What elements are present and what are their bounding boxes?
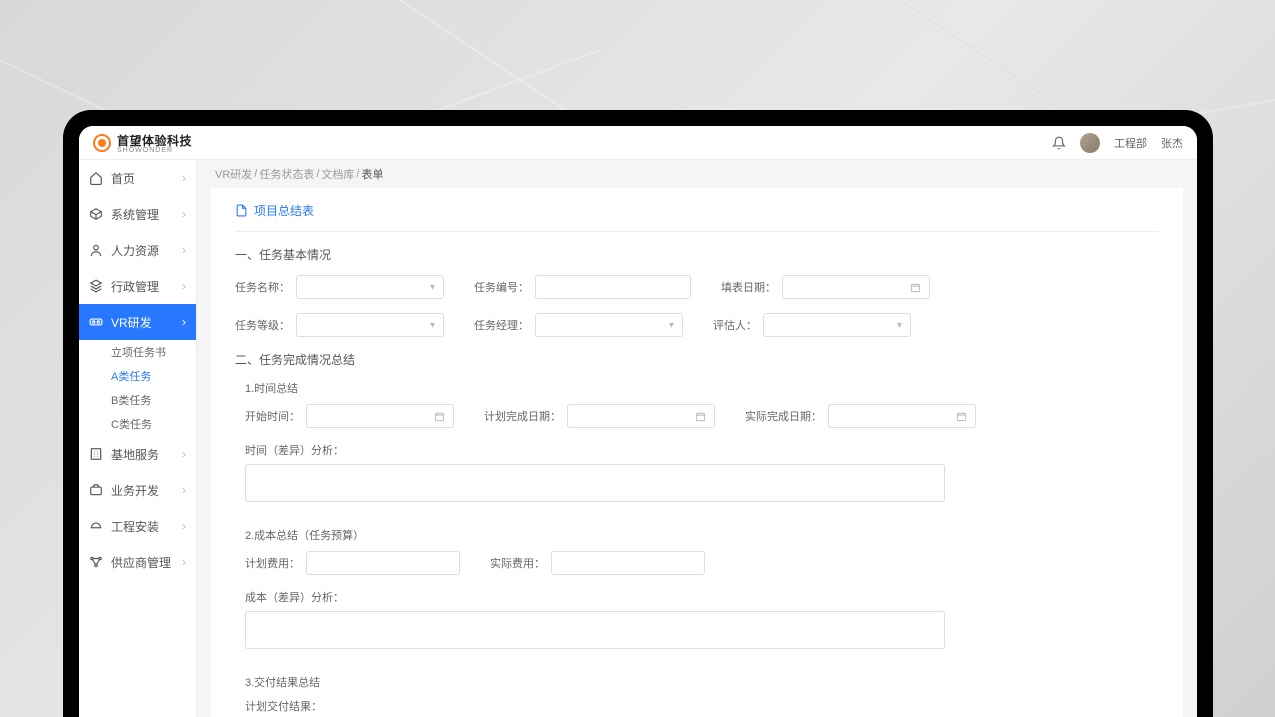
avatar[interactable] <box>1080 133 1100 153</box>
sub-cost: 2.成本总结（任务预算） <box>245 527 1159 543</box>
page-title: 项目总结表 <box>235 202 1159 232</box>
cube-icon <box>89 207 103 221</box>
label-cost-diff: 成本（差异）分析： <box>245 589 1159 605</box>
logo[interactable]: 首望体验科技 SHOWONDER <box>93 132 192 154</box>
layers-icon <box>89 279 103 293</box>
helmet-icon <box>89 519 103 533</box>
sidebar-item-hr[interactable]: 人力资源 › <box>79 232 196 268</box>
select-evaluator[interactable] <box>763 313 911 337</box>
label-actual-cost: 实际费用： <box>490 555 545 571</box>
calendar-icon <box>956 411 967 422</box>
chevron-right-icon: › <box>182 447 186 461</box>
label-form-date: 填表日期： <box>721 279 776 295</box>
sidebar-sub-c-task[interactable]: C类任务 <box>79 412 196 436</box>
chevron-right-icon: › <box>182 207 186 221</box>
label-actual-complete-date: 实际完成日期： <box>745 408 822 424</box>
label-task-manager: 任务经理： <box>474 317 529 333</box>
topbar-right: 工程部 张杰 <box>1052 133 1183 153</box>
input-task-no[interactable] <box>535 275 691 299</box>
input-actual-cost[interactable] <box>551 551 705 575</box>
input-plan-cost[interactable] <box>306 551 460 575</box>
user-icon <box>89 243 103 257</box>
label-task-no: 任务编号： <box>474 279 529 295</box>
breadcrumb-item[interactable]: 文档库 <box>321 166 354 182</box>
chevron-right-icon: › <box>182 171 186 185</box>
sub-time: 1.时间总结 <box>245 380 1159 396</box>
sidebar: 首页 › 系统管理 › 人力资源 › 行政管理 › <box>79 160 197 717</box>
label-start-time: 开始时间： <box>245 408 300 424</box>
label-task-level: 任务等级： <box>235 317 290 333</box>
sidebar-item-home[interactable]: 首页 › <box>79 160 196 196</box>
main: VR研发/ 任务状态表/ 文档库/ 表单 项目总结表 一、任务基本情况 任务名称… <box>197 160 1197 717</box>
sidebar-item-admin[interactable]: 行政管理 › <box>79 268 196 304</box>
select-task-name[interactable] <box>296 275 444 299</box>
topbar: 首望体验科技 SHOWONDER 工程部 张杰 <box>79 126 1197 160</box>
sub-delivery: 3.交付结果总结 <box>245 674 1159 690</box>
label-evaluator: 评估人： <box>713 317 757 333</box>
chevron-right-icon: › <box>182 315 186 329</box>
textarea-time-diff[interactable] <box>245 464 945 502</box>
sidebar-sub-b-task[interactable]: B类任务 <box>79 388 196 412</box>
breadcrumb-item[interactable]: 任务状态表 <box>259 166 314 182</box>
calendar-icon <box>434 411 445 422</box>
sidebar-item-install[interactable]: 工程安装 › <box>79 508 196 544</box>
label-task-name: 任务名称： <box>235 279 290 295</box>
breadcrumb-item[interactable]: VR研发 <box>215 166 252 182</box>
section-basic-info: 一、任务基本情况 <box>235 246 1159 263</box>
label-time-diff: 时间（差异）分析： <box>245 442 1159 458</box>
chevron-right-icon: › <box>182 243 186 257</box>
calendar-icon <box>910 282 921 293</box>
sidebar-sub-proposal[interactable]: 立项任务书 <box>79 340 196 364</box>
breadcrumb: VR研发/ 任务状态表/ 文档库/ 表单 <box>197 160 1197 188</box>
document-icon <box>235 204 248 217</box>
label-plan-cost: 计划费用： <box>245 555 300 571</box>
brand-name: 首望体验科技 <box>117 132 192 149</box>
date-form-date[interactable] <box>782 275 930 299</box>
building-icon <box>89 447 103 461</box>
section-completion: 二、任务完成情况总结 <box>235 351 1159 368</box>
app-screen: 首望体验科技 SHOWONDER 工程部 张杰 首页 › <box>79 126 1197 717</box>
sidebar-sub-a-task[interactable]: A类任务 <box>79 364 196 388</box>
network-icon <box>89 555 103 569</box>
bell-icon[interactable] <box>1052 136 1066 150</box>
home-icon <box>89 171 103 185</box>
date-actual-complete[interactable] <box>828 404 976 428</box>
device-frame: 首望体验科技 SHOWONDER 工程部 张杰 首页 › <box>63 110 1213 717</box>
sidebar-item-vr[interactable]: VR研发 › <box>79 304 196 340</box>
user-dept: 工程部 <box>1114 135 1147 151</box>
chevron-right-icon: › <box>182 483 186 497</box>
calendar-icon <box>695 411 706 422</box>
chevron-right-icon: › <box>182 519 186 533</box>
date-plan-complete[interactable] <box>567 404 715 428</box>
date-start-time[interactable] <box>306 404 454 428</box>
breadcrumb-current: 表单 <box>361 166 383 182</box>
chevron-right-icon: › <box>182 555 186 569</box>
content: 项目总结表 一、任务基本情况 任务名称： 任务编号： <box>211 188 1183 717</box>
label-plan-complete-date: 计划完成日期： <box>484 408 561 424</box>
logo-icon <box>93 134 111 152</box>
select-task-manager[interactable] <box>535 313 683 337</box>
textarea-cost-diff[interactable] <box>245 611 945 649</box>
label-plan-delivery: 计划交付结果： <box>245 698 1159 714</box>
chevron-right-icon: › <box>182 279 186 293</box>
vr-icon <box>89 315 103 329</box>
sidebar-item-base-service[interactable]: 基地服务 › <box>79 436 196 472</box>
user-name: 张杰 <box>1161 135 1183 151</box>
briefcase-icon <box>89 483 103 497</box>
sidebar-item-supplier[interactable]: 供应商管理 › <box>79 544 196 580</box>
sidebar-item-bizdev[interactable]: 业务开发 › <box>79 472 196 508</box>
sidebar-item-system[interactable]: 系统管理 › <box>79 196 196 232</box>
select-task-level[interactable] <box>296 313 444 337</box>
